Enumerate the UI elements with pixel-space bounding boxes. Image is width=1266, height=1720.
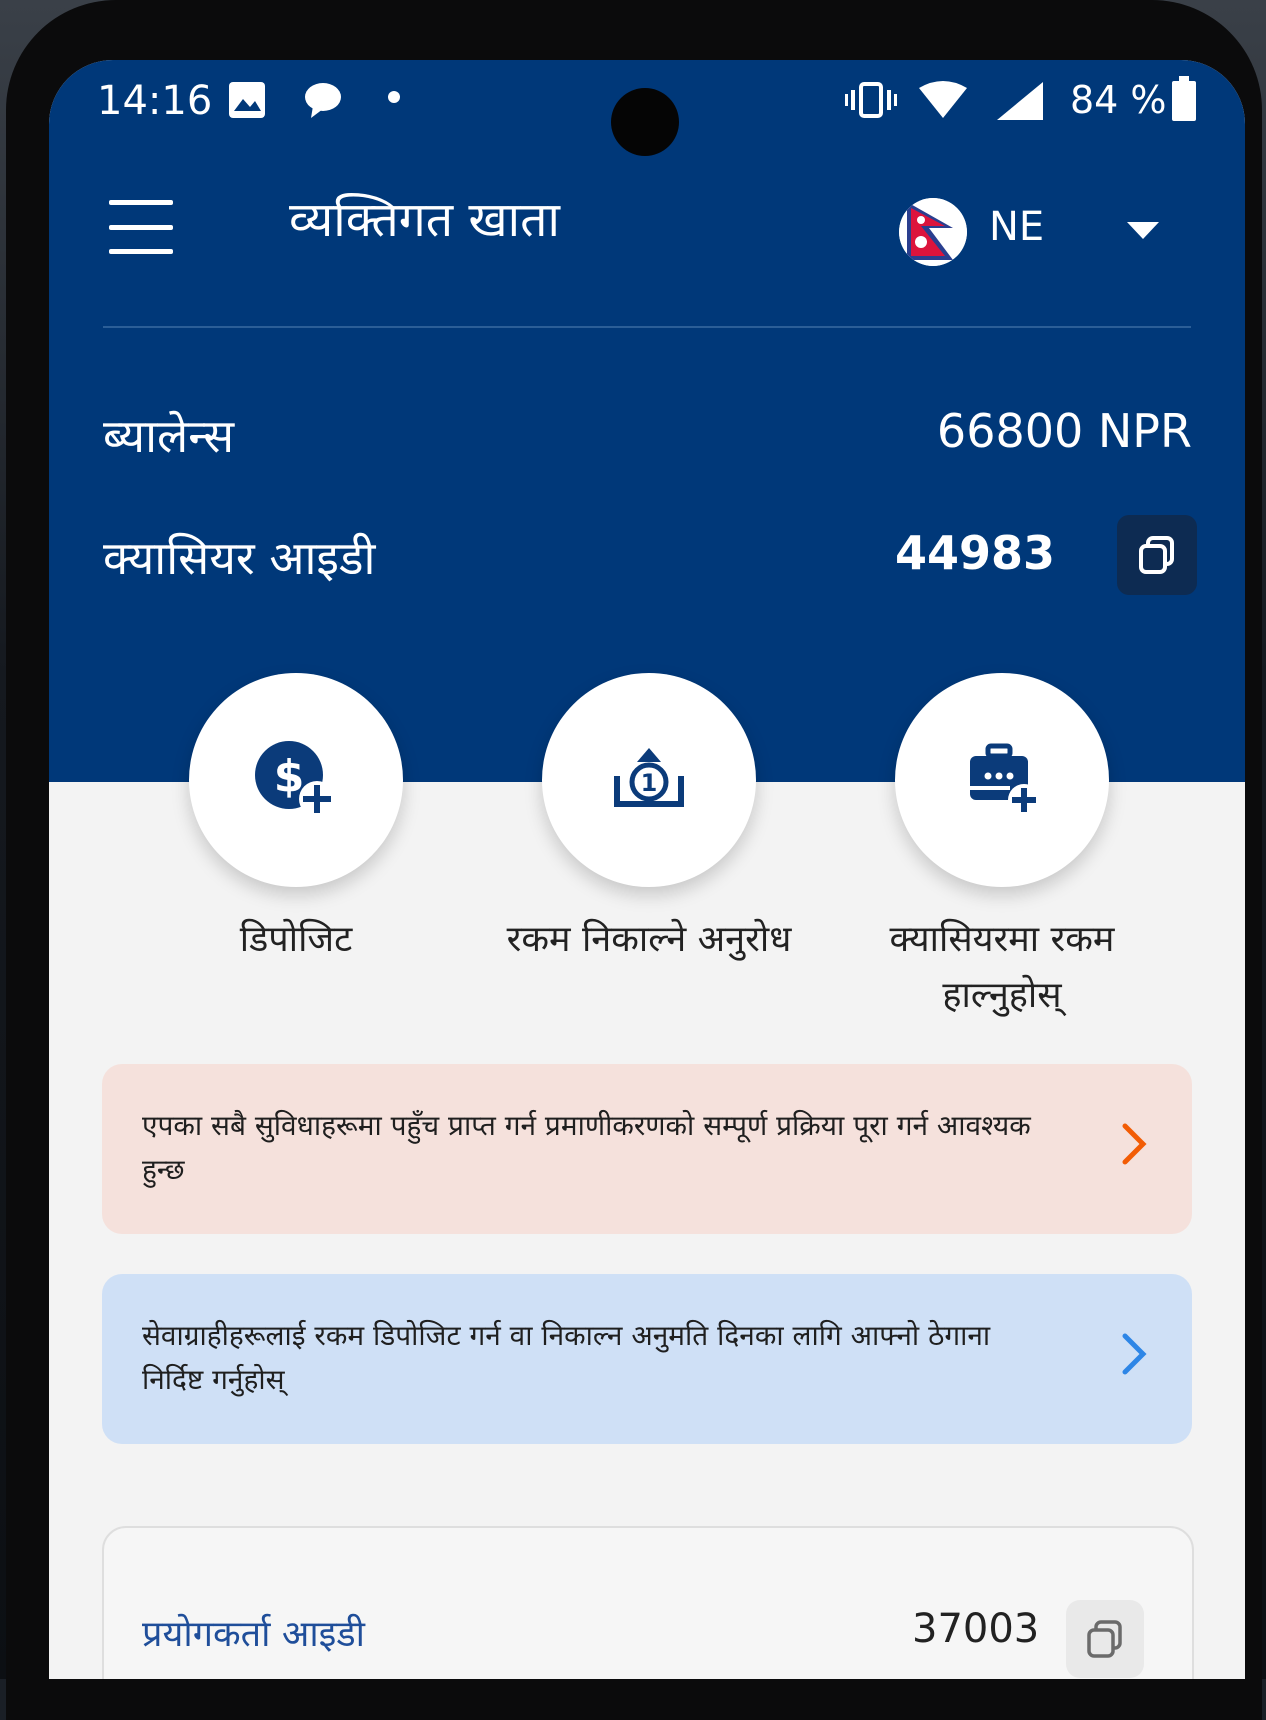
- user-id-label: प्रयोगकर्ता आइडी: [142, 1614, 365, 1655]
- cashier-transfer-label: क्यासियरमा रकम हाल्नुहोस्: [832, 912, 1172, 1024]
- cashier-id-label: क्यासियर आइडी: [103, 531, 376, 585]
- notification-dot-icon: [387, 90, 401, 104]
- battery-percentage: 84 %: [1070, 78, 1167, 122]
- app-screen: 14:16 84 % व्यक्तिगत खाता NE ब्यालेन्स 6…: [49, 60, 1245, 1679]
- vibrate-icon: [843, 80, 899, 120]
- front-camera: [611, 88, 679, 156]
- cashier-id-value: 44983: [894, 526, 1055, 580]
- chevron-right-icon: [1122, 1123, 1147, 1165]
- copy-cashier-id-button[interactable]: [1117, 515, 1197, 595]
- nepal-flag-icon: [899, 198, 967, 266]
- language-code: NE: [989, 204, 1045, 250]
- balance-label: ब्यालेन्स: [103, 409, 235, 463]
- address-banner[interactable]: सेवाग्राहीहरूलाई रकम डिपोजिट गर्न वा निक…: [102, 1274, 1192, 1444]
- status-bar: 14:16 84 %: [49, 60, 1245, 156]
- cashier-transfer-button[interactable]: [895, 673, 1109, 887]
- cashier-transfer-icon: [970, 743, 1040, 816]
- signal-icon: [995, 80, 1045, 122]
- address-banner-text: सेवाग्राहीहरूलाई रकम डिपोजिट गर्न वा निक…: [142, 1319, 991, 1396]
- hamburger-menu-button[interactable]: [109, 200, 173, 254]
- user-id-value: 37003: [912, 1606, 1040, 1652]
- dollar-plus-icon: $: [255, 741, 335, 817]
- header-divider: [103, 326, 1191, 328]
- deposit-button[interactable]: $: [189, 673, 403, 887]
- copy-icon: [1087, 1620, 1122, 1658]
- page-title: व्यक्तिगत खाता: [289, 192, 560, 248]
- svg-text:1: 1: [641, 769, 658, 797]
- copy-icon: [1139, 536, 1174, 574]
- chevron-right-icon: [1122, 1333, 1147, 1375]
- chat-notification-icon: [301, 80, 343, 120]
- battery-icon: [1171, 76, 1197, 122]
- withdraw-request-icon: 1: [614, 748, 684, 807]
- deposit-label: डिपोजिट: [239, 919, 353, 960]
- withdraw-request-button[interactable]: 1: [542, 673, 756, 887]
- menu-bar-line: [109, 224, 173, 230]
- verification-banner[interactable]: एपका सबै सुविधाहरूमा पहुँच प्राप्त गर्न …: [102, 1064, 1192, 1234]
- menu-bar-line: [109, 249, 173, 254]
- cashier-transfer-label-line2: हाल्नुहोस्: [942, 975, 1062, 1016]
- language-selector[interactable]: NE: [899, 198, 1159, 270]
- withdraw-request-label: रकम निकाल्ने अनुरोध: [506, 919, 792, 960]
- menu-bar-line: [109, 200, 173, 205]
- verification-banner-text: एपका सबै सुविधाहरूमा पहुँच प्राप्त गर्न …: [142, 1109, 1031, 1186]
- copy-user-id-button[interactable]: [1066, 1600, 1144, 1678]
- cashier-transfer-label-line1: क्यासियरमा रकम: [889, 919, 1115, 960]
- status-time: 14:16: [97, 78, 213, 124]
- chevron-down-icon: [1127, 222, 1159, 239]
- balance-value: 66800 NPR: [936, 404, 1192, 458]
- wifi-icon: [917, 80, 969, 120]
- user-id-card: प्रयोगकर्ता आइडी 37003: [102, 1526, 1194, 1679]
- image-notification-icon: [227, 80, 267, 120]
- phone-frame: 14:16 84 % व्यक्तिगत खाता NE ब्यालेन्स 6…: [6, 0, 1262, 1720]
